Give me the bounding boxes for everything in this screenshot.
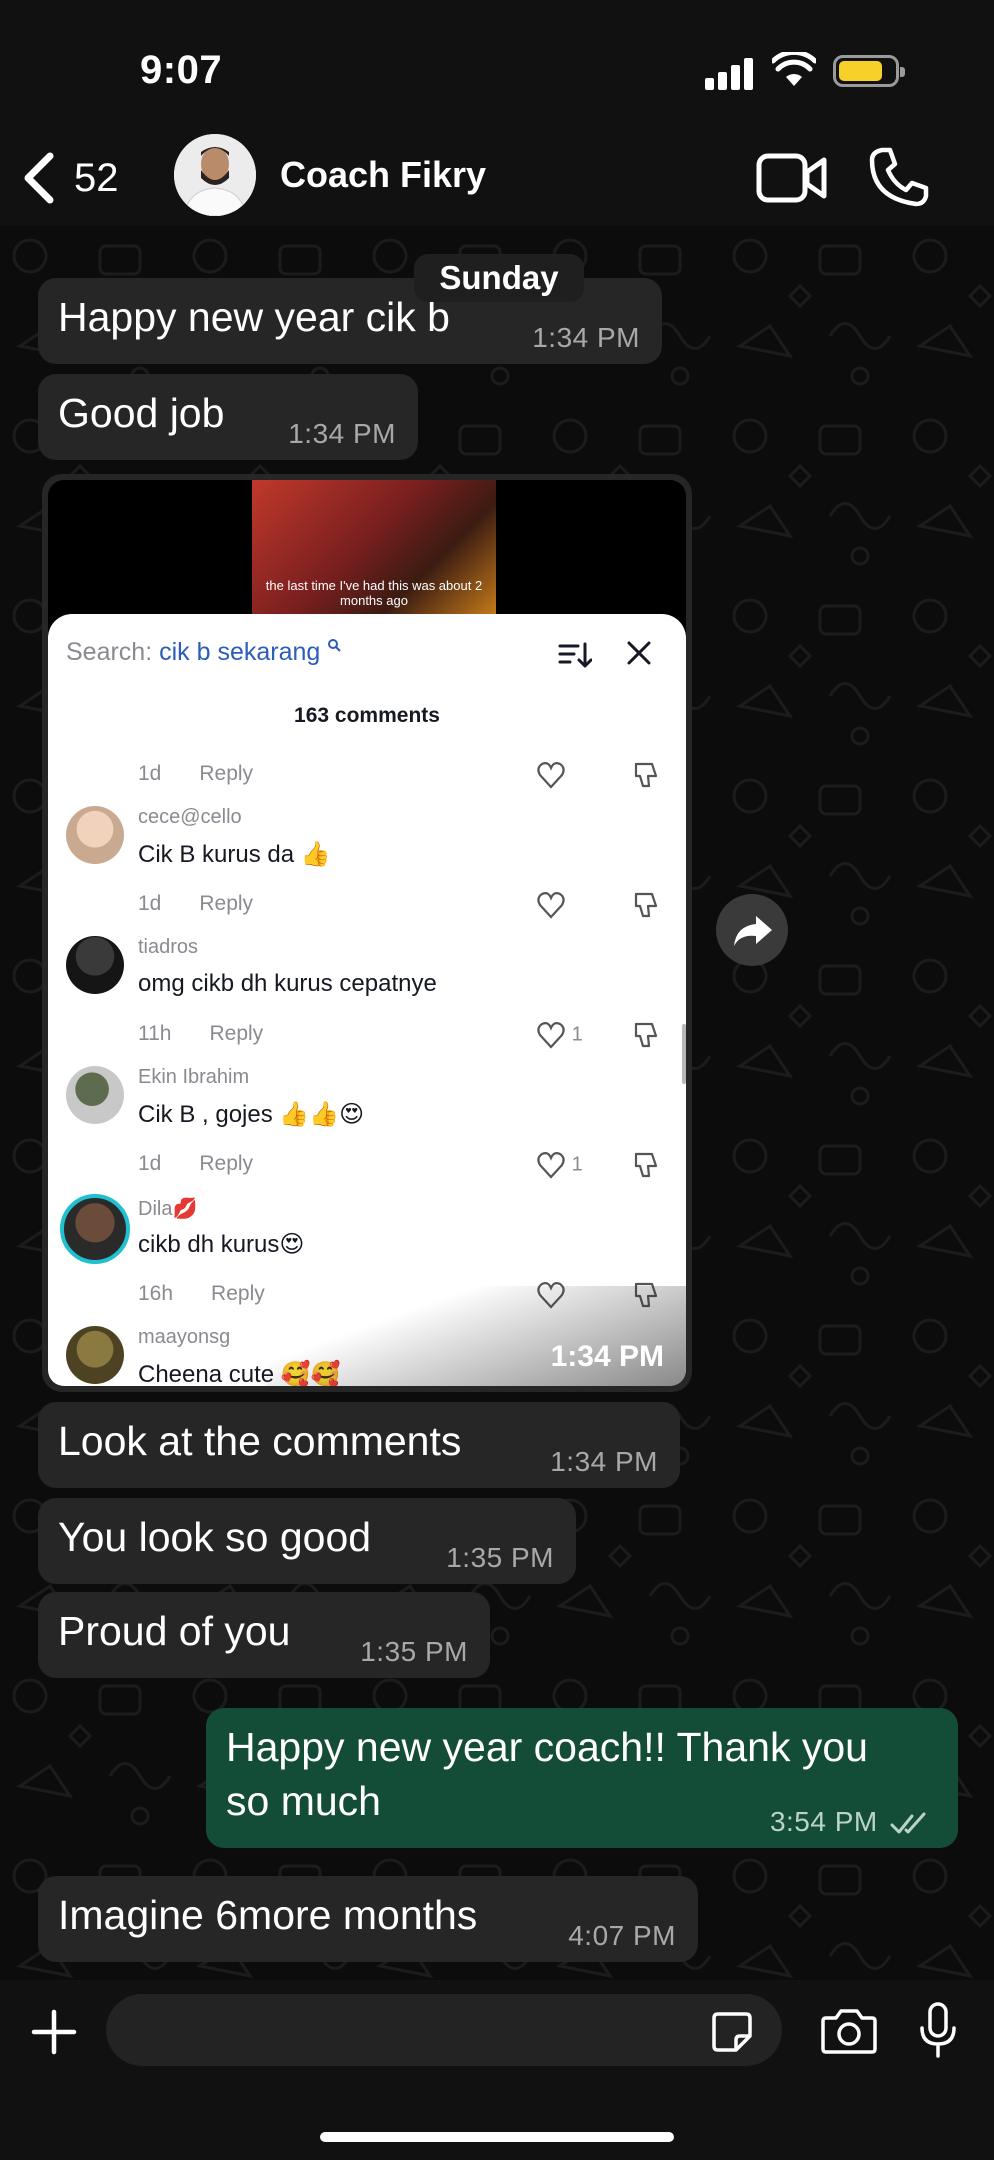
video-caption: the last time I've had this was about 2 …	[265, 578, 483, 608]
comment-text: cikb dh kurus😍	[138, 1231, 305, 1258]
comment-meta: 1d Reply	[138, 1152, 254, 1175]
comment-username: maayonsg	[138, 1326, 231, 1348]
comment-username: tiadros	[138, 936, 199, 958]
dislike-icon	[634, 762, 658, 788]
video-thumbnail: the last time I've had this was about 2 …	[252, 480, 496, 614]
sort-icon	[558, 642, 592, 668]
wifi-icon	[772, 52, 816, 86]
heart-icon	[537, 1152, 565, 1179]
back-button[interactable]: 52	[22, 150, 119, 206]
message-bubble[interactable]: Proud of you 1:35 PM	[38, 1592, 490, 1678]
message-time: 1:34 PM	[532, 322, 640, 353]
search-icon	[328, 639, 341, 652]
commenter-avatar	[66, 936, 124, 994]
dislike-icon	[634, 1022, 658, 1048]
contact-avatar[interactable]	[174, 134, 256, 216]
microphone-icon[interactable]	[918, 2002, 958, 2058]
status-time: 9:07	[140, 48, 223, 92]
home-indicator	[320, 2132, 674, 2142]
dislike-icon	[634, 892, 658, 918]
like-count: 1	[536, 1150, 606, 1180]
camera-icon[interactable]	[820, 2006, 878, 2056]
comment-username: Dila💋	[138, 1198, 198, 1220]
message-time: 1:35 PM	[360, 1636, 468, 1667]
comments-panel: Search: cik b sekarang 163 comments 1d Re	[48, 614, 686, 1386]
message-time: 1:34 PM	[550, 1340, 664, 1373]
message-time: 1:34 PM	[288, 418, 396, 449]
input-bar	[0, 1980, 994, 2160]
comment-meta: 16h Reply	[138, 1282, 265, 1305]
heart-icon	[537, 892, 565, 919]
comment-meta: 1d Reply	[138, 892, 254, 915]
comment-text: Cik B kurus da 👍	[138, 841, 331, 868]
unread-count: 52	[74, 155, 119, 200]
message-time: 1:35 PM	[446, 1542, 554, 1573]
comment-meta: 11h Reply	[138, 1022, 264, 1045]
battery-icon	[833, 55, 905, 87]
search-label: Search:	[66, 638, 153, 666]
close-icon	[627, 641, 651, 665]
message-bubble[interactable]: Imagine 6more months 4:07 PM	[38, 1876, 698, 1962]
comment-text: omg cikb dh kurus cepatnye	[138, 970, 437, 997]
message-bubble-outgoing[interactable]: Happy new year coach!! Thank you so much…	[206, 1708, 958, 1848]
status-bar: 9:07	[0, 0, 994, 130]
message-time: 3:54 PM	[770, 1806, 932, 1838]
contact-name[interactable]: Coach Fikry	[280, 154, 486, 196]
heart-icon	[537, 762, 565, 789]
date-separator: Sunday	[414, 254, 584, 302]
cellular-signal-icon	[705, 56, 755, 90]
dislike-icon	[634, 1152, 658, 1178]
chat-area[interactable]: Happy new year cik b 1:34 PM Sunday Good…	[0, 226, 994, 1980]
video-call-icon[interactable]	[756, 150, 828, 206]
comment-text: Cik B , gojes 👍👍😍	[138, 1101, 365, 1128]
plus-icon[interactable]	[30, 2008, 78, 2056]
screenshot-image[interactable]: the last time I've had this was about 2 …	[48, 480, 686, 1386]
sticker-icon[interactable]	[710, 2010, 754, 2054]
message-time: 4:07 PM	[568, 1920, 676, 1951]
comment-meta: 1d Reply	[138, 762, 254, 785]
message-bubble[interactable]: Look at the comments 1:34 PM	[38, 1402, 680, 1488]
message-time: 1:34 PM	[550, 1446, 658, 1477]
comment-search: Search: cik b sekarang	[66, 638, 341, 667]
like-count: 1	[536, 1020, 606, 1050]
commenter-avatar	[66, 1066, 124, 1124]
scrollbar	[682, 1024, 686, 1084]
forward-arrow-icon	[734, 916, 772, 946]
comment-username: cece@cello	[138, 806, 242, 828]
chat-header: 52 Coach Fikry	[0, 130, 994, 226]
comment-count: 163 comments	[294, 704, 440, 727]
media-message-bubble[interactable]: the last time I've had this was about 2 …	[42, 474, 692, 1392]
message-input[interactable]	[106, 1994, 782, 2066]
heart-icon	[537, 1022, 565, 1049]
comment-username: Ekin Ibrahim	[138, 1066, 250, 1088]
commenter-avatar	[66, 1326, 124, 1384]
commenter-avatar	[60, 1194, 130, 1264]
message-bubble[interactable]: You look so good 1:35 PM	[38, 1498, 576, 1584]
commenter-avatar	[66, 806, 124, 864]
message-bubble[interactable]: Good job 1:34 PM	[38, 374, 418, 460]
search-query: cik b sekarang	[159, 638, 321, 666]
double-check-icon	[890, 1812, 926, 1834]
forward-button[interactable]	[716, 894, 788, 966]
chevron-left-icon	[24, 152, 54, 204]
phone-call-icon[interactable]	[868, 146, 930, 208]
